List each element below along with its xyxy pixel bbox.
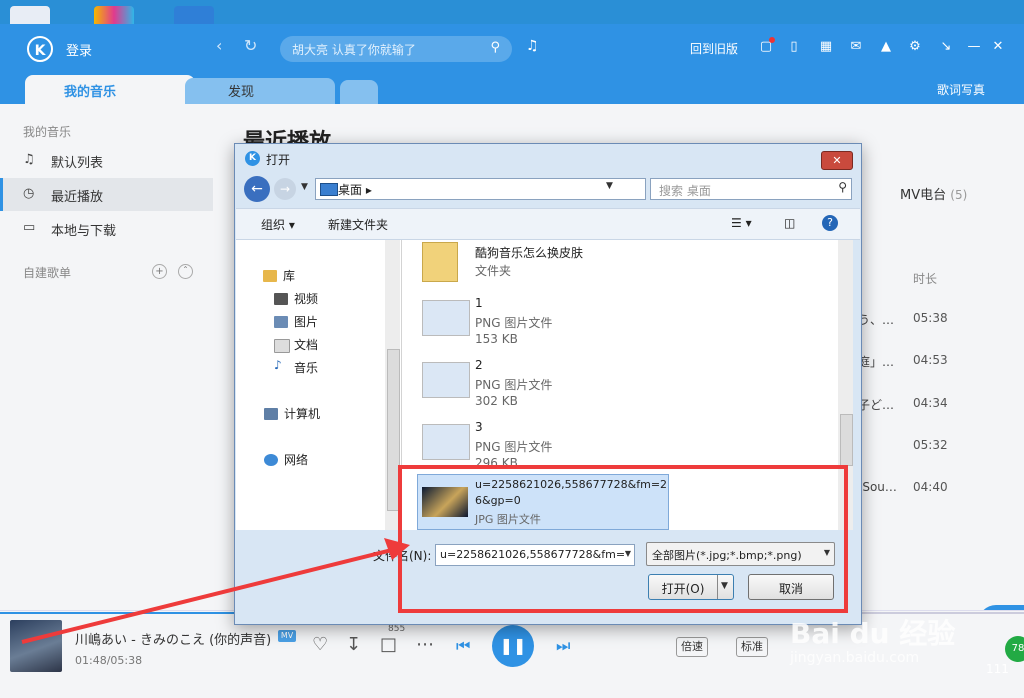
green-badge[interactable]: 78 [1005, 636, 1024, 662]
baidu-watermark: Bai du 经验 [790, 617, 956, 650]
annotation-arrow [21, 538, 410, 644]
watermark-url: jingyan.baidu.com [790, 650, 920, 666]
